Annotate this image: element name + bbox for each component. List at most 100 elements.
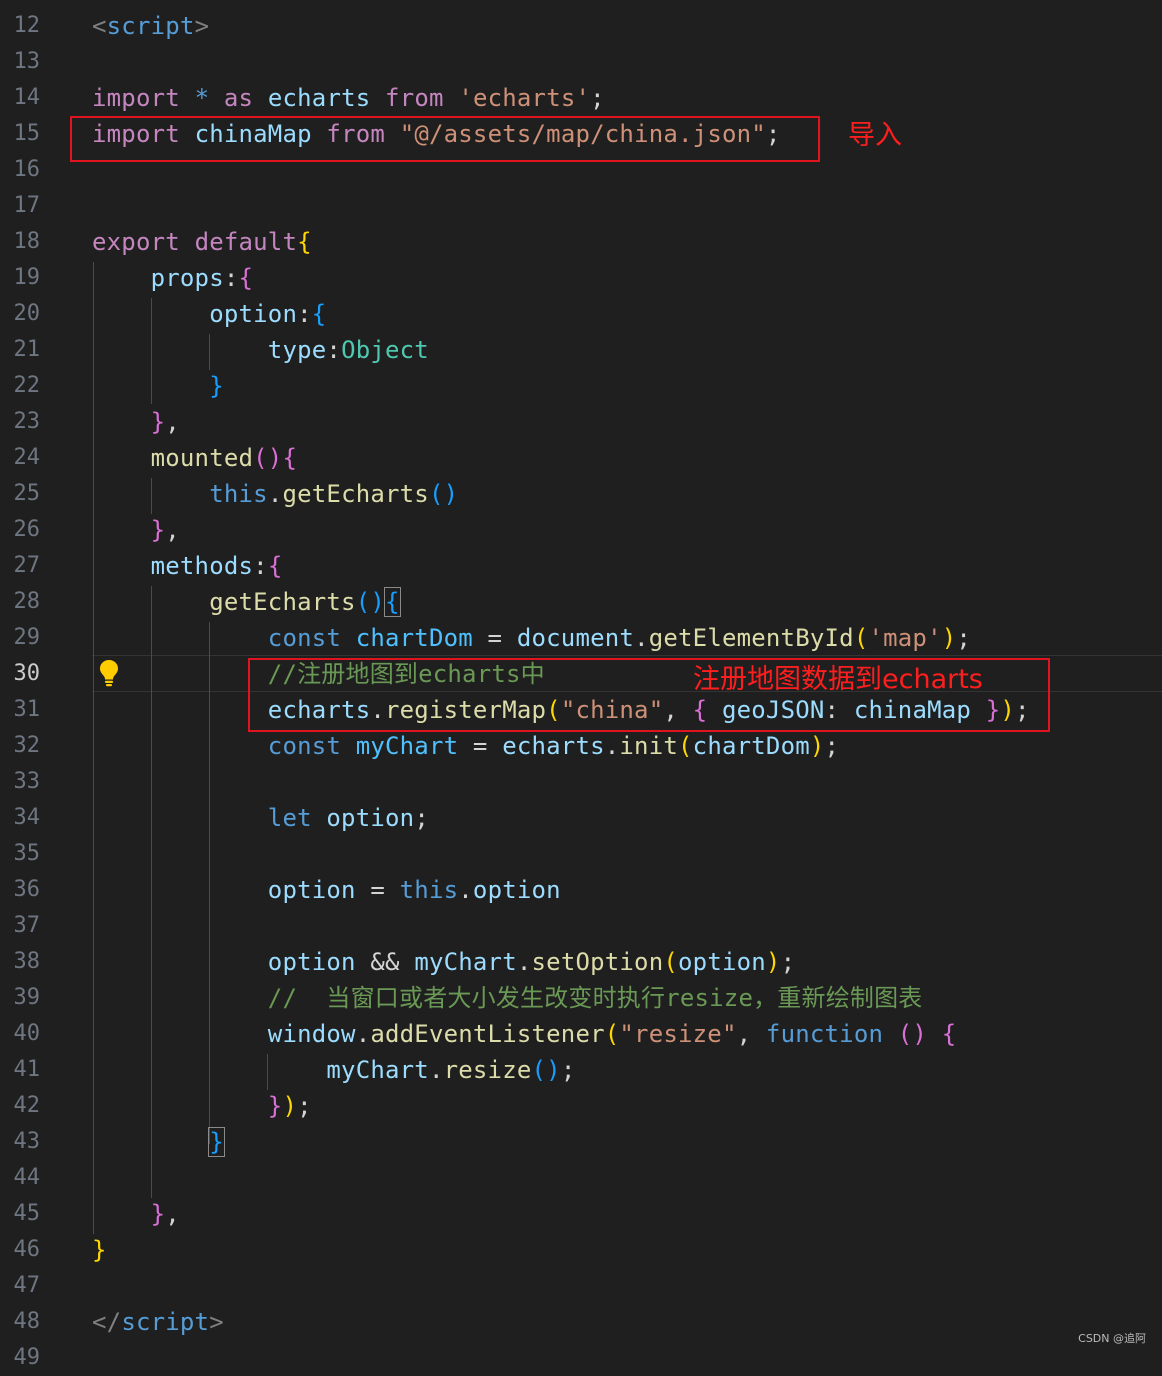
line-number: 16	[13, 157, 41, 182]
code-line[interactable]: 39 // 当窗口或者大小发生改变时执行resize，重新绘制图表	[0, 980, 1162, 1016]
code-token: ()	[897, 1020, 928, 1048]
code-text: this.getEcharts()	[92, 476, 458, 512]
code-line[interactable]: 41 myChart.resize();	[0, 1052, 1162, 1088]
code-line[interactable]: 13	[0, 44, 1162, 80]
code-text: const chartDom = document.getElementById…	[92, 620, 971, 656]
code-line[interactable]: 40 window.addEventListener("resize", fun…	[0, 1016, 1162, 1052]
code-text: </script>	[92, 1304, 224, 1340]
line-number: 15	[13, 121, 41, 146]
code-token: script	[121, 1308, 210, 1336]
register-annotation-label: 注册地图数据到echarts	[693, 664, 983, 695]
code-token: }	[150, 516, 166, 544]
code-line[interactable]: 34 let option;	[0, 800, 1162, 836]
lightbulb-icon[interactable]	[97, 658, 121, 688]
line-number: 12	[13, 13, 41, 38]
code-line[interactable]: 44	[0, 1160, 1162, 1196]
code-line[interactable]: 29 const chartDom = document.getElementB…	[0, 620, 1162, 656]
code-token: =	[472, 624, 517, 652]
code-text: <script>	[92, 8, 209, 44]
code-token: >	[209, 1308, 224, 1336]
code-line[interactable]: 18 export default{	[0, 224, 1162, 260]
code-line[interactable]: 22 }	[0, 368, 1162, 404]
code-line[interactable]: 36 option = this.option	[0, 872, 1162, 908]
code-token: .	[355, 1020, 371, 1048]
code-text: option && myChart.setOption(option);	[92, 944, 795, 980]
code-token: option	[267, 948, 356, 976]
code-line[interactable]: 24 mounted(){	[0, 440, 1162, 476]
code-line[interactable]: 27 methods:{	[0, 548, 1162, 584]
code-line[interactable]: 35	[0, 836, 1162, 872]
line-number: 20	[13, 301, 41, 326]
code-editor[interactable]: 12 <script> 13 14 import * as echarts from '…	[0, 0, 1162, 1370]
code-token: getEcharts	[282, 480, 429, 508]
code-token: .	[458, 876, 473, 904]
code-token: ;	[590, 84, 605, 112]
code-line[interactable]: 33	[0, 764, 1162, 800]
code-line[interactable]: 46}	[0, 1232, 1162, 1268]
code-text: const myChart = echarts.init(chartDom);	[92, 728, 839, 764]
line-number: 18	[13, 229, 41, 254]
code-line[interactable]: 19 props:{	[0, 260, 1162, 296]
code-line[interactable]: 47	[0, 1268, 1162, 1304]
code-text: import * as echarts from 'echarts';	[92, 80, 605, 116]
line-number: 38	[13, 949, 41, 974]
code-line[interactable]: 45 },	[0, 1196, 1162, 1232]
code-token: this	[209, 480, 268, 508]
code-token: =	[458, 732, 503, 760]
code-token: (	[853, 624, 869, 652]
line-number: 41	[13, 1057, 41, 1082]
code-token: =	[355, 876, 400, 904]
code-line[interactable]: 25 this.getEcharts()	[0, 476, 1162, 512]
watermark: CSDN @追阿	[1078, 1332, 1146, 1345]
code-token: >	[194, 12, 210, 40]
code-token: ()	[428, 480, 459, 508]
code-token: chartDom	[692, 732, 810, 760]
line-number: 21	[13, 337, 41, 362]
code-line[interactable]: 49	[0, 1340, 1162, 1376]
code-line[interactable]: 23 },	[0, 404, 1162, 440]
code-token: myChart	[326, 1056, 429, 1084]
code-token: (	[678, 732, 693, 760]
code-line[interactable]: 48 </script>	[0, 1304, 1162, 1340]
code-token: {	[941, 1020, 957, 1048]
line-number: 24	[13, 445, 41, 470]
code-token: {	[311, 300, 327, 328]
code-text: window.addEventListener("resize", functi…	[92, 1016, 956, 1052]
code-token: option	[472, 876, 561, 904]
code-line[interactable]: 17	[0, 188, 1162, 224]
code-line[interactable]: 38 option && myChart.setOption(option);	[0, 944, 1162, 980]
code-line[interactable]: 20 option:{	[0, 296, 1162, 332]
line-number: 44	[13, 1165, 41, 1190]
code-line[interactable]: 28 getEcharts(){	[0, 584, 1162, 620]
line-number: 14	[13, 85, 41, 110]
code-line[interactable]: 42 });	[0, 1088, 1162, 1124]
code-line[interactable]: 37	[0, 908, 1162, 944]
code-line[interactable]: 26 },	[0, 512, 1162, 548]
code-line[interactable]: 14 import * as echarts from 'echarts';	[0, 80, 1162, 116]
code-text: },	[92, 512, 180, 548]
code-token: {	[384, 587, 401, 617]
code-text: mounted(){	[92, 440, 297, 476]
code-line[interactable]: 12 <script>	[0, 8, 1162, 44]
code-line[interactable]: 32 const myChart = echarts.init(chartDom…	[0, 728, 1162, 764]
code-text: },	[92, 404, 180, 440]
code-line[interactable]: 43 }	[0, 1124, 1162, 1160]
code-token: chartDom	[355, 624, 473, 652]
code-token: this	[399, 876, 459, 904]
code-token: getElementById	[648, 624, 854, 652]
code-token: echarts	[267, 84, 371, 112]
code-token: </	[92, 1308, 122, 1336]
code-token: props	[150, 264, 224, 292]
code-token: import	[92, 84, 180, 112]
line-number: 31	[13, 697, 41, 722]
code-line[interactable]: 21 type:Object	[0, 332, 1162, 368]
code-token: <	[92, 12, 107, 40]
code-text: option:{	[92, 296, 326, 332]
